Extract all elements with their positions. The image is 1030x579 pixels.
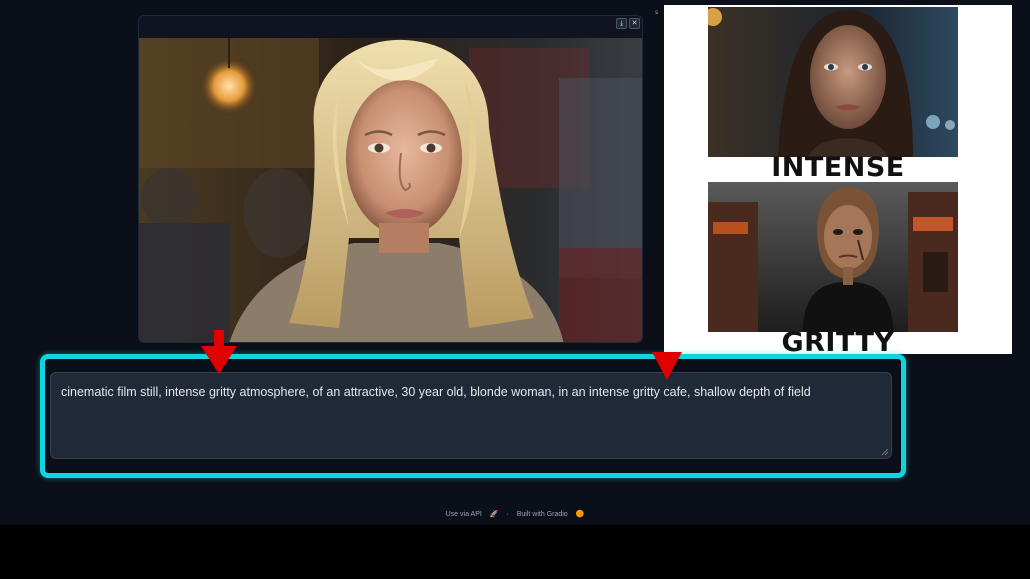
side-label: s <box>655 9 659 16</box>
footer-separator: · <box>506 511 509 518</box>
arrow-down-icon <box>652 352 682 380</box>
intense-caption: INTENSE <box>771 152 905 183</box>
image-toolbar: ⤓ ✕ <box>616 18 640 29</box>
use-via-api-link[interactable]: Use via API <box>446 511 482 518</box>
rocket-icon: 🚀 <box>489 511 499 518</box>
generated-photo <box>139 38 642 342</box>
intense-thumbnail <box>708 7 958 157</box>
close-icon[interactable]: ✕ <box>629 18 640 29</box>
arrow-down-icon <box>201 330 237 374</box>
resize-handle-icon[interactable] <box>881 448 889 456</box>
built-with-gradio-link[interactable]: Built with Gradio <box>517 511 568 518</box>
gradio-logo-icon: 🟠 <box>575 511 585 518</box>
footer: Use via API 🚀 · Built with Gradio 🟠 <box>0 510 1030 518</box>
app-background: ⤓ ✕ s INTENSE GRITTY cinematic film stil… <box>0 0 1030 525</box>
thumbnail-overlay: INTENSE GRITTY <box>664 5 1012 358</box>
download-icon[interactable]: ⤓ <box>616 18 627 29</box>
letterbox-bar <box>0 525 1030 579</box>
prompt-textarea[interactable]: cinematic film still, intense gritty atm… <box>50 372 892 459</box>
gritty-thumbnail <box>708 182 958 332</box>
output-image-panel: ⤓ ✕ <box>138 15 643 343</box>
prompt-text: cinematic film still, intense gritty atm… <box>61 385 811 399</box>
